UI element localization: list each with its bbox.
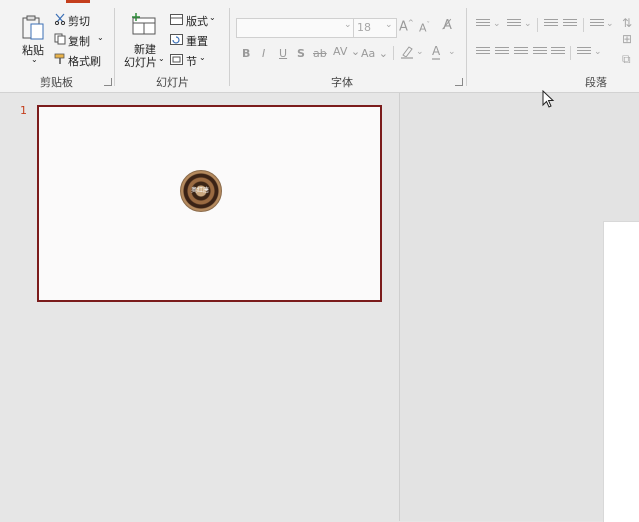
clipboard-group-label: 剪贴板 — [40, 76, 73, 89]
clear-formatting-icon[interactable]: A̸ — [443, 18, 452, 33]
format-painter-button[interactable]: 格式刷 — [68, 53, 101, 69]
new-slide-icon[interactable] — [131, 12, 157, 38]
distributed-icon[interactable] — [551, 47, 565, 59]
section-button[interactable]: 节 — [186, 53, 197, 69]
copy-button[interactable]: 复制 — [68, 33, 90, 49]
line-spacing-chevron-icon[interactable]: ⌄ — [606, 19, 614, 29]
cut-button[interactable]: 剪切 — [68, 13, 90, 29]
slide-number: 1 — [20, 104, 27, 117]
clipboard-dialog-launcher-icon[interactable] — [104, 78, 112, 86]
font-dialog-launcher-icon[interactable] — [455, 78, 463, 86]
layout-button[interactable]: 版式 — [186, 13, 208, 29]
shrink-font-label: A — [419, 21, 427, 35]
bullets-icon[interactable] — [476, 19, 490, 31]
numbering-icon[interactable] — [507, 19, 521, 31]
change-case-button[interactable]: Aa ⌄ — [361, 47, 388, 60]
divider — [537, 18, 538, 32]
align-right-icon[interactable] — [514, 47, 528, 59]
align-text-icon[interactable]: ⊞ — [622, 32, 632, 46]
underline-button[interactable]: U — [279, 47, 287, 60]
photo-text: 奥红唐 — [190, 187, 209, 194]
align-center-icon[interactable] — [495, 47, 509, 59]
divider — [114, 8, 115, 86]
slides-group-label: 幻灯片 — [156, 76, 189, 89]
highlight-chevron-icon[interactable]: ⌄ — [416, 47, 424, 57]
align-left-icon[interactable] — [476, 47, 490, 59]
italic-button[interactable]: I — [262, 47, 265, 60]
section-chevron-icon[interactable]: ⌄ — [199, 53, 206, 62]
character-spacing-label: AV — [333, 45, 348, 58]
font-size-value: 18 — [357, 21, 371, 34]
paragraph-group-label: 段落 — [585, 76, 607, 89]
text-direction-icon[interactable]: ⇅ — [622, 16, 632, 30]
layout-icon[interactable] — [170, 14, 183, 25]
bold-button[interactable]: B — [242, 47, 250, 60]
decrease-indent-icon[interactable] — [544, 19, 558, 31]
increase-indent-icon[interactable] — [563, 19, 577, 31]
font-color-button[interactable]: A — [432, 44, 441, 60]
font-color-label: A — [432, 44, 441, 58]
columns-chevron-icon[interactable]: ⌄ — [594, 47, 602, 57]
reset-button[interactable]: 重置 — [186, 33, 208, 49]
font-name-combobox[interactable] — [236, 18, 356, 38]
divider — [393, 46, 394, 60]
font-name-chevron-icon[interactable]: ⌄ — [344, 20, 352, 30]
section-icon[interactable] — [170, 54, 183, 65]
copy-dropdown-chevron-icon[interactable]: ⌄ — [97, 33, 104, 42]
font-color-chevron-icon[interactable]: ⌄ — [448, 47, 456, 57]
mouse-cursor-icon — [542, 90, 555, 108]
paste-dropdown-chevron-icon[interactable]: ⌄ — [31, 55, 38, 64]
new-slide-chevron-icon[interactable]: ⌄ — [158, 54, 165, 63]
divider — [583, 18, 584, 32]
convert-smartart-icon[interactable]: ⧉ — [622, 52, 631, 67]
copy-icon[interactable] — [54, 33, 66, 45]
highlight-icon[interactable] — [400, 45, 414, 59]
shrink-font-button[interactable]: Aˇ — [419, 21, 430, 35]
strikethrough-button[interactable]: ab — [313, 47, 327, 60]
shadow-button[interactable]: S — [297, 47, 305, 60]
change-case-label: Aa — [361, 47, 376, 60]
scissors-icon[interactable] — [54, 13, 66, 25]
numbering-chevron-icon[interactable]: ⌄ — [524, 19, 532, 29]
grow-font-label: A — [399, 19, 408, 35]
columns-icon[interactable] — [577, 47, 591, 59]
bullets-chevron-icon[interactable]: ⌄ — [493, 19, 501, 29]
justify-icon[interactable] — [533, 47, 547, 59]
font-group-label: 字体 — [331, 76, 353, 89]
font-size-chevron-icon[interactable]: ⌄ — [385, 20, 393, 30]
divider — [229, 8, 230, 86]
format-painter-icon[interactable] — [54, 53, 66, 65]
slide-canvas[interactable] — [603, 221, 639, 522]
line-spacing-icon[interactable] — [590, 19, 604, 31]
layout-chevron-icon[interactable]: ⌄ — [209, 13, 216, 22]
character-spacing-button[interactable]: AV ⌄ — [333, 45, 360, 58]
divider — [570, 46, 571, 60]
reset-icon[interactable] — [170, 34, 183, 45]
paste-icon[interactable] — [20, 14, 46, 42]
new-slide-label-line2[interactable]: 幻灯片 — [124, 54, 157, 70]
grow-font-button[interactable]: A^ — [399, 19, 414, 34]
divider — [466, 8, 467, 86]
ribbon: 粘贴 ⌄ 剪切 复制 ⌄ 格式刷 剪贴板 新建 幻灯片 ⌄ 版式 ⌄ 重置 节 … — [0, 0, 639, 93]
tab-underline — [66, 0, 90, 3]
